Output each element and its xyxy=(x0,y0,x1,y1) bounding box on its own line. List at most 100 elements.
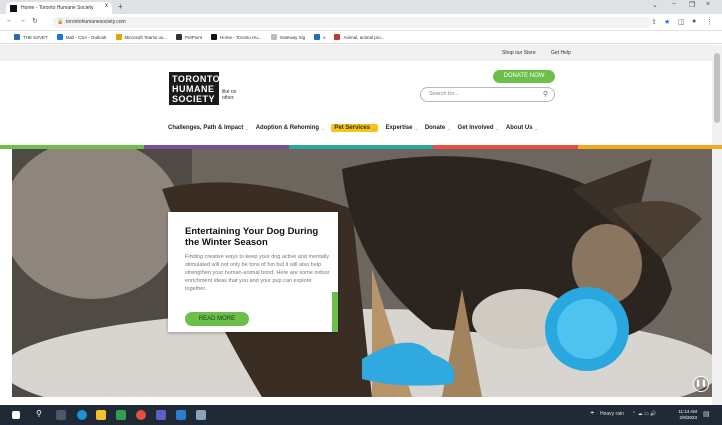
file-explorer-icon[interactable] xyxy=(96,410,106,420)
side-panel-icon[interactable]: ◫ xyxy=(678,18,685,26)
nav-item-label: Expertise xyxy=(385,125,413,131)
hero-article-title[interactable]: Entertaining Your Dog During the Winter … xyxy=(185,226,330,248)
bookmark-favicon-icon xyxy=(210,34,217,40)
logo-line-2: HUMANE xyxy=(172,84,215,94)
minimize-button[interactable]: − xyxy=(672,1,676,8)
bookmark-item[interactable]: Mail - CSA - Outlook xyxy=(56,34,107,40)
bookmark-favicon-icon xyxy=(314,34,321,40)
get-help-link[interactable]: Get Help xyxy=(551,50,571,56)
bookmark-item[interactable]: Animal, animal pro... xyxy=(334,34,384,40)
tab-title: Home - Toronto Humane Society xyxy=(21,5,94,11)
main-navigation: Challenges, Path & Impact ⌄ Adoption & Reh… xyxy=(168,122,545,134)
carousel-pause-icon[interactable]: ❚❚ xyxy=(693,376,709,392)
site-top-bar: Shop our Store Get Help xyxy=(0,45,722,61)
weather-icon: ☂ xyxy=(590,411,595,417)
browser-tab-strip: Home - Toronto Humane Society x + ⌄ − ❐ … xyxy=(0,0,722,14)
browser-tab[interactable]: Home - Toronto Humane Society x xyxy=(6,2,112,14)
card-accent-bar xyxy=(332,212,338,332)
bookmark-label: Microsoft Teams us... xyxy=(124,34,167,40)
notifications-icon[interactable]: ▤ xyxy=(703,410,710,418)
chevron-down-icon: ⌄ xyxy=(414,125,418,131)
nav-item-label: Get Involved xyxy=(457,125,494,131)
close-tab-icon[interactable]: x xyxy=(105,3,108,9)
back-arrow-icon[interactable]: ← xyxy=(6,17,13,24)
app-icon[interactable] xyxy=(196,410,206,420)
nav-item[interactable]: Adoption & Rehoming ⌄ xyxy=(256,125,325,131)
search-taskbar-icon[interactable]: ⚲ xyxy=(36,409,46,419)
site-logo[interactable]: TORONTO HUMANE SOCIETY xyxy=(169,72,221,105)
bookmark-label: Mail - CSA - Outlook xyxy=(65,34,107,40)
excel-icon[interactable] xyxy=(116,410,126,420)
bookmark-label: Home - Toronto Hu... xyxy=(219,34,262,40)
bookmark-item[interactable]: PetPoint xyxy=(175,34,202,40)
nav-item[interactable]: Expertise ⌄ xyxy=(385,125,417,131)
task-view-icon[interactable] xyxy=(56,410,66,420)
forward-arrow-icon[interactable]: → xyxy=(19,17,26,24)
logo-line-3: SOCIETY xyxy=(172,94,216,104)
windows-taskbar: ⚲ ☂ Heavy rain ⌃ ☁ ▭ 🔊 11:14 AM 2/9/2023… xyxy=(0,405,722,425)
window-close-button[interactable]: × xyxy=(706,1,710,8)
chevron-down-icon: ⌄ xyxy=(495,125,499,131)
bookmark-item[interactable]: THE SZVET xyxy=(14,34,48,40)
tray-icons[interactable]: ⌃ ☁ ▭ 🔊 xyxy=(632,411,656,417)
nav-item[interactable]: Pet Services ⌄ xyxy=(331,124,379,132)
nav-item-label: Pet Services xyxy=(334,125,371,131)
nav-item-label: Challenges, Path & Impact xyxy=(168,125,244,131)
bookmark-label: Animal, animal pro... xyxy=(343,34,385,40)
share-icon[interactable]: ⇪ xyxy=(651,18,657,26)
new-tab-button[interactable]: + xyxy=(118,2,123,11)
windows-start-icon[interactable] xyxy=(12,411,20,419)
nav-item[interactable]: About Us ⌄ xyxy=(506,125,538,131)
nav-item-label: About Us xyxy=(505,125,533,131)
bookmark-item[interactable]: Gateway Sig xyxy=(270,34,306,40)
read-more-button[interactable]: READ MORE xyxy=(185,312,249,326)
bookmark-label: s xyxy=(323,34,326,40)
bookmark-favicon-icon xyxy=(14,34,20,40)
bookmark-star-icon[interactable]: ★ xyxy=(664,18,670,26)
url-field[interactable]: 🔒 torontohumanesociety.com xyxy=(52,17,652,28)
bookmark-item[interactable]: Home - Toronto Hu... xyxy=(210,34,262,40)
edge-browser-icon[interactable] xyxy=(77,410,87,420)
logo-line-1: TORONTO xyxy=(172,74,221,84)
scrollbar-thumb[interactable] xyxy=(714,53,720,123)
bookmark-item[interactable]: Microsoft Teams us... xyxy=(115,34,167,40)
bookmark-label: Gateway Sig xyxy=(279,34,306,40)
nav-item-label: Donate xyxy=(424,125,446,131)
search-placeholder: Search for... xyxy=(429,91,459,97)
nav-item[interactable]: Challenges, Path & Impact ⌄ xyxy=(168,125,249,131)
logo-tagline: like no other. xyxy=(222,89,237,101)
site-favicon-icon xyxy=(10,4,17,12)
profile-avatar-icon[interactable]: ● xyxy=(692,18,696,25)
search-icon[interactable]: ⚲ xyxy=(543,88,548,101)
reload-icon[interactable]: ↻ xyxy=(32,17,38,25)
bookmark-favicon-icon xyxy=(270,34,277,40)
clock-date: 2/9/2023 xyxy=(679,415,697,420)
chevron-down-icon: ⌄ xyxy=(245,125,249,131)
search-input[interactable]: Search for... ⚲ xyxy=(420,87,555,102)
chevron-down-icon: ⌄ xyxy=(372,125,376,131)
page-scrollbar[interactable] xyxy=(712,45,722,405)
address-bar-row: ← → ↻ 🔒 torontohumanesociety.com ⇪ ★ ◫ ●… xyxy=(0,14,722,31)
url-text: torontohumanesociety.com xyxy=(66,19,126,25)
restore-button[interactable]: ❐ xyxy=(689,1,695,9)
bookmark-item[interactable]: s xyxy=(314,34,325,40)
browser-menu-icon[interactable]: ⋮ xyxy=(706,18,713,26)
weather-text[interactable]: Heavy rain xyxy=(600,411,624,417)
nav-item-label: Adoption & Rehoming xyxy=(255,125,320,131)
teams-icon[interactable] xyxy=(156,410,166,420)
donate-now-button[interactable]: DONATE NOW xyxy=(493,70,555,83)
system-clock[interactable]: 11:14 AM 2/9/2023 xyxy=(677,409,697,421)
chevron-down-icon: ⌄ xyxy=(534,125,538,131)
nav-item[interactable]: Donate ⌄ xyxy=(425,125,451,131)
tab-search-chevron-icon[interactable]: ⌄ xyxy=(652,1,658,9)
nav-item[interactable]: Get Involved ⌄ xyxy=(458,125,499,131)
chevron-down-icon: ⌄ xyxy=(321,125,325,131)
hero-image-puppy xyxy=(12,149,712,397)
chrome-icon[interactable] xyxy=(136,410,146,420)
bookmark-favicon-icon xyxy=(175,34,182,40)
bookmarks-bar: THE SZVET Mail - CSA - Outlook Microsoft T… xyxy=(0,31,722,44)
bookmark-favicon-icon xyxy=(334,34,341,40)
outlook-icon[interactable] xyxy=(176,410,186,420)
hero-article-body: Finding creative ways to keep your dog a… xyxy=(185,254,330,292)
shop-store-link[interactable]: Shop our Store xyxy=(502,50,536,56)
